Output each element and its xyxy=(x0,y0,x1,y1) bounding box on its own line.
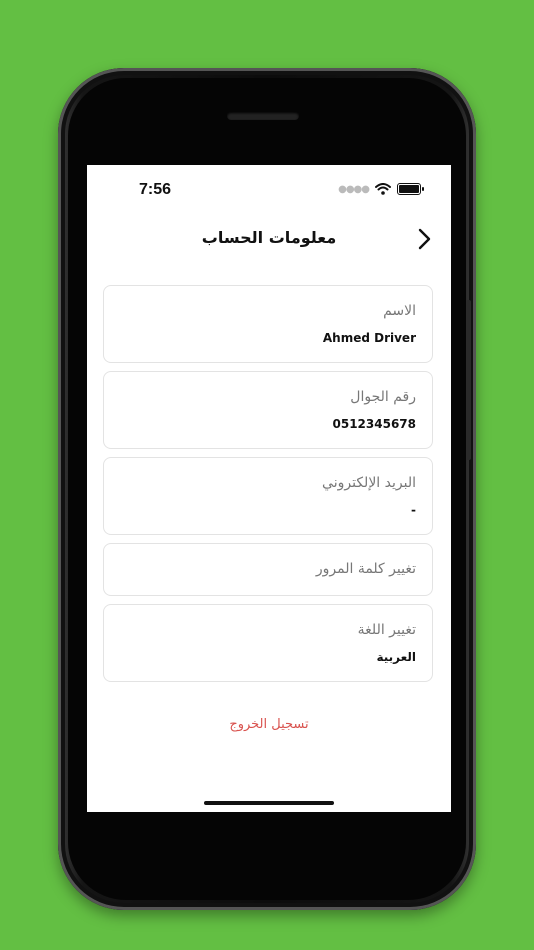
mobile-field[interactable]: رقم الجوال 0512345678 xyxy=(103,371,433,449)
signal-icon: ●●●● xyxy=(338,183,370,195)
wifi-icon xyxy=(375,183,391,195)
page-title: معلومات الحساب xyxy=(201,228,337,247)
side-button xyxy=(466,300,471,460)
change-language-field[interactable]: تغيير اللغة العربية xyxy=(103,604,433,682)
logout-button[interactable]: تسجيل الخروج xyxy=(87,717,451,732)
field-label: الاسم xyxy=(383,303,416,319)
name-field[interactable]: الاسم Ahmed Driver xyxy=(103,285,433,363)
email-field[interactable]: البريد الإلكتروني - xyxy=(103,457,433,535)
status-icons: ●●●● xyxy=(338,183,424,195)
field-label: رقم الجوال xyxy=(350,389,416,405)
speaker-grille xyxy=(227,112,299,120)
field-value: 0512345678 xyxy=(332,417,417,431)
status-time: 7:56 xyxy=(139,181,172,198)
field-value: العربية xyxy=(376,650,416,664)
battery-icon xyxy=(397,183,424,195)
field-label: تغيير كلمة المرور xyxy=(315,561,416,577)
app-screen: 7:56 ●●●● معلومات الحساب الاسم Ahmed Dri… xyxy=(87,165,451,812)
home-indicator xyxy=(204,801,334,805)
change-password-button[interactable]: تغيير كلمة المرور xyxy=(103,543,433,596)
field-value: Ahmed Driver xyxy=(322,331,416,345)
chevron-right-icon[interactable] xyxy=(413,227,435,251)
field-label: تغيير اللغة xyxy=(357,622,416,638)
field-value: - xyxy=(411,503,416,517)
field-label: البريد الإلكتروني xyxy=(322,475,416,491)
